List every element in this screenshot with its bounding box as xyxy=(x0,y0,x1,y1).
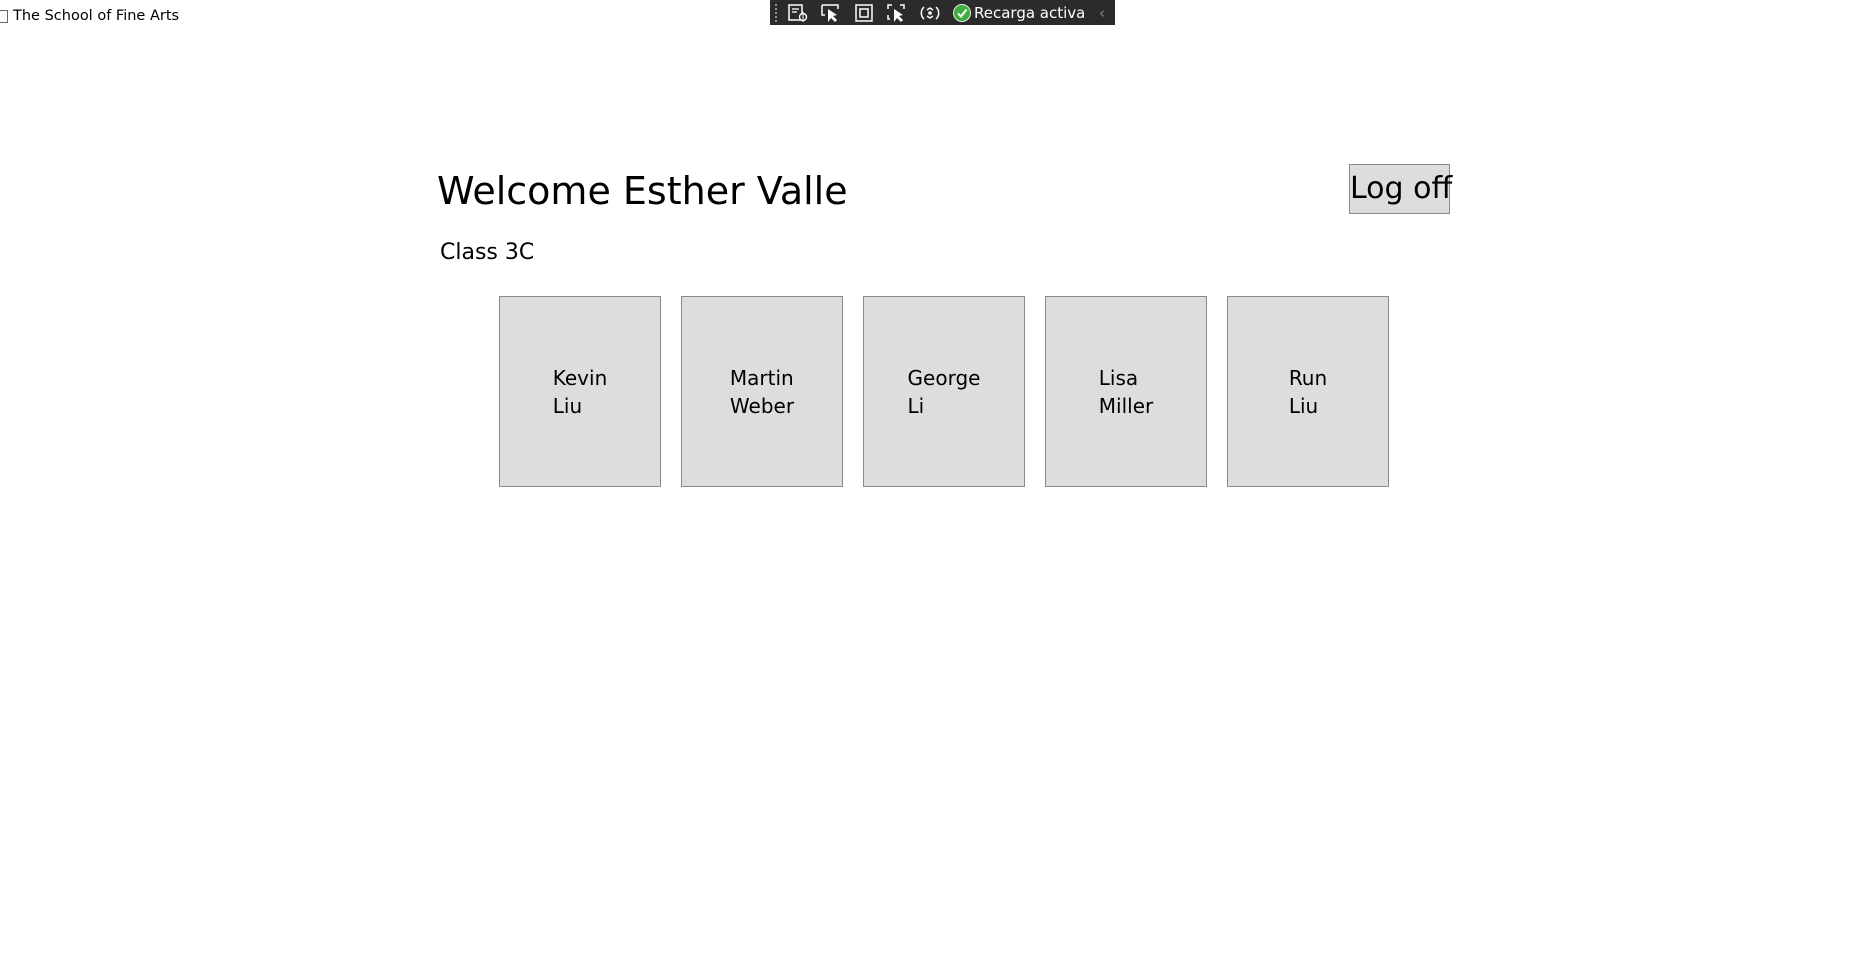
student-name: Martin Weber xyxy=(730,364,794,420)
class-label: Class 3C xyxy=(440,240,535,265)
student-card-kevin-liu[interactable]: Kevin Liu xyxy=(499,296,661,487)
hot-reload-status[interactable]: Recarga activa xyxy=(953,3,1086,22)
log-off-button[interactable]: Log off xyxy=(1349,164,1452,214)
student-last-name: Liu xyxy=(552,393,583,418)
hot-reload-status-label: Recarga activa xyxy=(974,3,1086,22)
collapse-toolbar-icon[interactable]: ‹ xyxy=(1099,4,1105,22)
track-focus-icon[interactable] xyxy=(885,2,909,24)
student-card-run-liu[interactable]: Run Liu xyxy=(1227,296,1389,487)
student-name: Run Liu xyxy=(1289,364,1327,420)
student-first-name: George xyxy=(907,365,981,390)
student-list: Kevin Liu Martin Weber George Li Lisa Mi… xyxy=(499,296,1389,487)
check-circle-icon xyxy=(953,3,971,22)
xaml-debug-toolbar: Recarga activa ‹ xyxy=(770,0,1115,25)
display-layout-adorners-icon[interactable] xyxy=(852,2,876,24)
student-name: Lisa Miller xyxy=(1099,364,1153,420)
student-name: George Li xyxy=(908,364,981,420)
student-card-martin-weber[interactable]: Martin Weber xyxy=(681,296,843,487)
student-last-name: Miller xyxy=(1098,393,1154,418)
window-titlebar: The School of Fine Arts xyxy=(0,6,179,26)
window-title: The School of Fine Arts xyxy=(13,8,180,24)
student-first-name: Lisa xyxy=(1098,365,1139,390)
student-last-name: Liu xyxy=(1288,393,1319,418)
student-card-lisa-miller[interactable]: Lisa Miller xyxy=(1045,296,1207,487)
welcome-heading: Welcome Esther Valle xyxy=(437,169,848,213)
hot-reload-icon[interactable] xyxy=(918,2,942,24)
toolbar-grip-handle[interactable] xyxy=(774,3,778,22)
student-last-name: Weber xyxy=(729,393,795,418)
select-element-icon[interactable] xyxy=(819,2,843,24)
student-first-name: Martin xyxy=(729,365,794,390)
app-icon xyxy=(0,9,8,23)
student-first-name: Kevin xyxy=(552,365,608,390)
student-first-name: Run xyxy=(1288,365,1328,390)
student-card-george-li[interactable]: George Li xyxy=(863,296,1025,487)
student-last-name: Li xyxy=(907,393,925,418)
live-visual-tree-icon[interactable] xyxy=(786,2,810,24)
student-name: Kevin Liu xyxy=(553,364,608,420)
